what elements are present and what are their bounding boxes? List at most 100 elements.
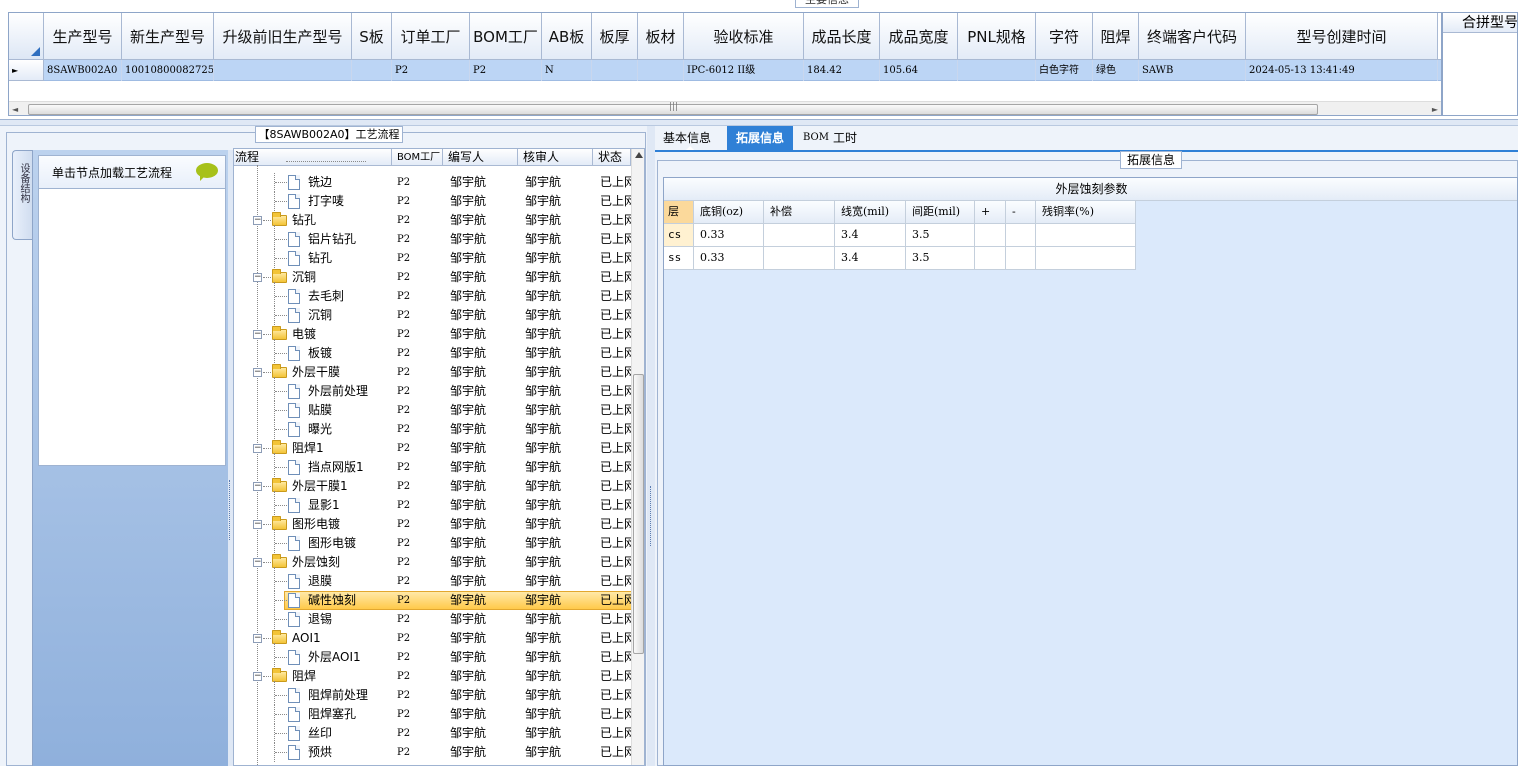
- grid-cell-7[interactable]: [592, 60, 638, 81]
- tree-row[interactable]: 图形电镀 P2 邹宇航 邹宇航 已上网: [234, 534, 644, 553]
- tree-row[interactable]: − AOI1 P2 邹宇航 邹宇航 已上网: [234, 629, 644, 649]
- grid-column-header-0[interactable]: 生产型号: [44, 13, 122, 59]
- panel-splitter[interactable]: [647, 126, 655, 766]
- tree-row[interactable]: 钻孔 P2 邹宇航 邹宇航 已上网: [234, 249, 644, 268]
- tree-row[interactable]: 板镀 P2 邹宇航 邹宇航 已上网: [234, 344, 644, 363]
- etch-cell[interactable]: ss: [664, 247, 694, 270]
- tree-row[interactable]: 贴膜 P2 邹宇航 邹宇航 已上网: [234, 401, 644, 420]
- tree-column-header-4[interactable]: 状态: [593, 149, 631, 166]
- etch-cell[interactable]: 0.33: [694, 247, 764, 270]
- main-info-grid[interactable]: 生产型号 新生产型号 升级前旧生产型号 S板 订单工厂 BOM工厂 AB板 板厚 板材 验收标准成…: [8, 12, 1442, 116]
- horizontal-scrollbar[interactable]: ◄ ||| ►: [9, 101, 1441, 115]
- tree-row[interactable]: 挡点网版1 P2 邹宇航 邹宇航 已上网: [234, 458, 644, 477]
- grid-column-header-3[interactable]: S板: [352, 13, 392, 59]
- grid-column-header-14[interactable]: 阻焊: [1093, 13, 1139, 59]
- grid-column-header-6[interactable]: AB板: [542, 13, 592, 59]
- grid-cell-6[interactable]: N: [542, 60, 592, 81]
- grid-cell-0[interactable]: 8SAWB002A0: [44, 60, 122, 81]
- tree-row[interactable]: 阻焊前处理 P2 邹宇航 邹宇航 已上网: [234, 686, 644, 705]
- grid-cell-8[interactable]: [638, 60, 684, 81]
- grid-column-header-12[interactable]: PNL规格: [958, 13, 1036, 59]
- tree-row[interactable]: 曝光 P2 邹宇航 邹宇航 已上网: [234, 420, 644, 439]
- tree-row[interactable]: 铣边 P2 邹宇航 邹宇航 已上网: [234, 173, 644, 192]
- collapse-toggle-icon[interactable]: −: [253, 558, 262, 567]
- collapse-toggle-icon[interactable]: −: [253, 368, 262, 377]
- etch-cell[interactable]: [764, 224, 835, 247]
- tree-scroll-thumb[interactable]: [633, 374, 644, 654]
- tree-row[interactable]: − 钻孔 P2 邹宇航 邹宇航 已上网: [234, 211, 644, 231]
- grid-cell-16[interactable]: 2024-05-13 13:41:49: [1246, 60, 1438, 81]
- collapse-toggle-icon[interactable]: −: [253, 273, 262, 282]
- tree-column-header-2[interactable]: 编写人: [443, 149, 518, 166]
- tree-row[interactable]: − 阻焊1 P2 邹宇航 邹宇航 已上网: [234, 439, 644, 459]
- etch-cell[interactable]: [975, 224, 1006, 247]
- tree-row[interactable]: 预烘 P2 邹宇航 邹宇航 已上网: [234, 743, 644, 762]
- grid-cell-12[interactable]: [958, 60, 1036, 81]
- row-indicator[interactable]: ►: [9, 60, 44, 81]
- etch-cell[interactable]: [1006, 224, 1036, 247]
- tree-vertical-scrollbar[interactable]: [631, 149, 644, 765]
- grid-column-header-10[interactable]: 成品长度: [804, 13, 880, 59]
- tab-3[interactable]: 工时: [827, 126, 863, 150]
- tree-row[interactable]: 退锡 P2 邹宇航 邹宇航 已上网: [234, 610, 644, 629]
- grid-column-header-4[interactable]: 订单工厂: [392, 13, 470, 59]
- grid-column-header-7[interactable]: 板厚: [592, 13, 638, 59]
- tree-row[interactable]: 外层AOI1 P2 邹宇航 邹宇航 已上网: [234, 648, 644, 667]
- scroll-left-arrow[interactable]: ◄: [12, 102, 18, 115]
- grid-column-header-2[interactable]: 升级前旧生产型号: [214, 13, 352, 59]
- tab-2[interactable]: BOM: [797, 126, 829, 150]
- tab-1[interactable]: 拓展信息: [727, 126, 793, 150]
- tree-row[interactable]: 沉铜 P2 邹宇航 邹宇航 已上网: [234, 306, 644, 325]
- tree-row[interactable]: 去毛刺 P2 邹宇航 邹宇航 已上网: [234, 287, 644, 306]
- tree-row[interactable]: − 外层干膜1 P2 邹宇航 邹宇航 已上网: [234, 477, 644, 497]
- grid-cell-15[interactable]: SAWB: [1139, 60, 1246, 81]
- etch-cell[interactable]: 3.5: [906, 224, 975, 247]
- grid-column-header-9[interactable]: 验收标准: [684, 13, 804, 59]
- grid-cell-3[interactable]: [352, 60, 392, 81]
- tree-row[interactable]: 铝片钻孔 P2 邹宇航 邹宇航 已上网: [234, 230, 644, 249]
- etch-cell[interactable]: cs: [664, 224, 694, 247]
- tree-row[interactable]: 打字唛 P2 邹宇航 邹宇航 已上网: [234, 192, 644, 211]
- scroll-up-arrow[interactable]: [635, 152, 643, 158]
- collapse-toggle-icon[interactable]: −: [253, 216, 262, 225]
- tree-row[interactable]: − 电镀 P2 邹宇航 邹宇航 已上网: [234, 325, 644, 345]
- grid-column-header-5[interactable]: BOM工厂: [470, 13, 542, 59]
- process-tree[interactable]: 流程BOM工厂编写人核审人状态 铣边P2邹宇航邹宇航已上网打字唛P2邹宇航邹宇航…: [233, 148, 645, 766]
- etch-cell[interactable]: [764, 247, 835, 270]
- collapse-toggle-icon[interactable]: −: [253, 520, 262, 529]
- grid-corner-cell[interactable]: [9, 13, 44, 59]
- load-process-hint[interactable]: 单击节点加载工艺流程: [38, 155, 226, 189]
- etch-cell[interactable]: 3.5: [906, 247, 975, 270]
- grid-cell-13[interactable]: 白色字符: [1036, 60, 1093, 81]
- tree-row[interactable]: 丝印 P2 邹宇航 邹宇航 已上网: [234, 724, 644, 743]
- merge-model-panel[interactable]: 合拼型号: [1442, 12, 1518, 116]
- grid-column-header-13[interactable]: 字符: [1036, 13, 1093, 59]
- tree-row[interactable]: − 阻焊 P2 邹宇航 邹宇航 已上网: [234, 667, 644, 687]
- etch-cell[interactable]: [1006, 247, 1036, 270]
- etch-cell[interactable]: 3.4: [835, 224, 906, 247]
- device-structure-side-tab[interactable]: 设备结构: [12, 150, 33, 240]
- scroll-thumb[interactable]: |||: [28, 102, 1318, 115]
- etch-param-grid[interactable]: 外层蚀刻参数 层底铜(oz) 补偿 线宽(mil) 间距(mil) + - 残铜率(%) cs…: [663, 177, 1518, 766]
- speech-bubble-icon[interactable]: [196, 163, 218, 181]
- tree-row[interactable]: 外层前处理 P2 邹宇航 邹宇航 已上网: [234, 382, 644, 401]
- grid-cell-2[interactable]: [214, 60, 352, 81]
- etch-cell[interactable]: [975, 247, 1006, 270]
- grid-column-header-15[interactable]: 终端客户代码: [1139, 13, 1246, 59]
- tree-row[interactable]: 阻焊塞孔 P2 邹宇航 邹宇航 已上网: [234, 705, 644, 724]
- scroll-right-arrow[interactable]: ►: [1432, 102, 1438, 115]
- grid-cell-9[interactable]: IPC-6012 II级: [684, 60, 804, 81]
- tree-row[interactable]: − 外层蚀刻 P2 邹宇航 邹宇航 已上网: [234, 553, 644, 573]
- tree-column-header-1[interactable]: BOM工厂: [392, 149, 443, 166]
- tree-column-header-3[interactable]: 核审人: [518, 149, 593, 166]
- grid-column-header-1[interactable]: 新生产型号: [122, 13, 214, 59]
- etch-cell[interactable]: [1036, 224, 1136, 247]
- etch-cell[interactable]: 3.4: [835, 247, 906, 270]
- tree-row[interactable]: 显影1 P2 邹宇航 邹宇航 已上网: [234, 496, 644, 515]
- grid-cell-11[interactable]: 105.64: [880, 60, 958, 81]
- grid-cell-10[interactable]: 184.42: [804, 60, 880, 81]
- tree-row[interactable]: 退膜 P2 邹宇航 邹宇航 已上网: [234, 572, 644, 591]
- grid-cell-14[interactable]: 绿色: [1093, 60, 1139, 81]
- collapse-toggle-icon[interactable]: −: [253, 444, 262, 453]
- etch-cell[interactable]: 0.33: [694, 224, 764, 247]
